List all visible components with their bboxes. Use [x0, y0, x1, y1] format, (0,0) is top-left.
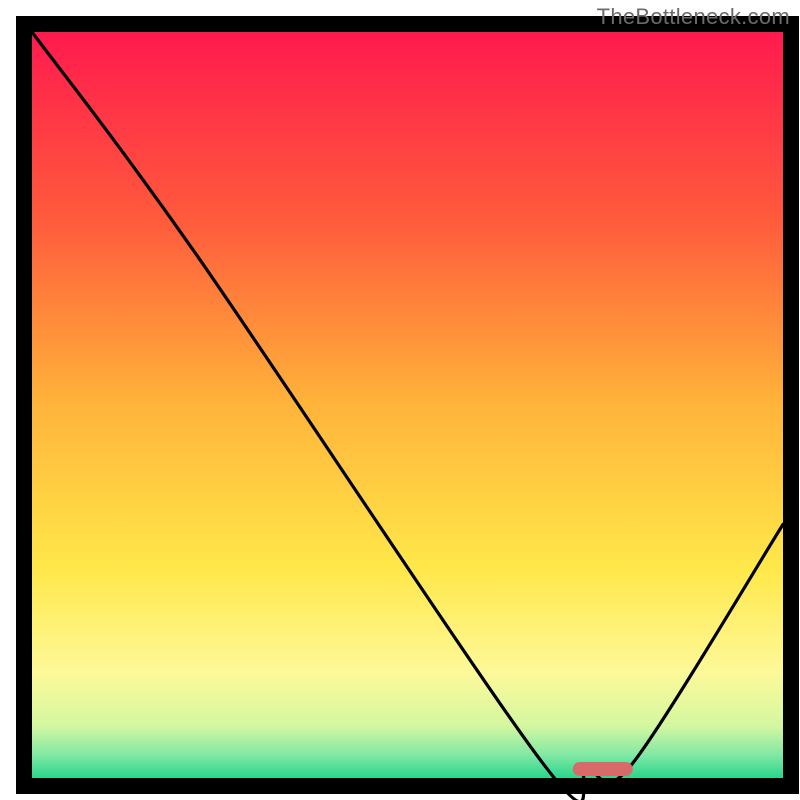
- bottleneck-chart-svg: [0, 0, 800, 800]
- frame-right: [783, 16, 799, 784]
- chart-stage: TheBottleneck.com: [0, 0, 800, 800]
- watermark-text: TheBottleneck.com: [597, 4, 790, 30]
- frame-bottom: [16, 778, 799, 794]
- optimal-marker: [573, 762, 633, 776]
- frame-left: [16, 16, 32, 784]
- plot-background: [32, 32, 783, 778]
